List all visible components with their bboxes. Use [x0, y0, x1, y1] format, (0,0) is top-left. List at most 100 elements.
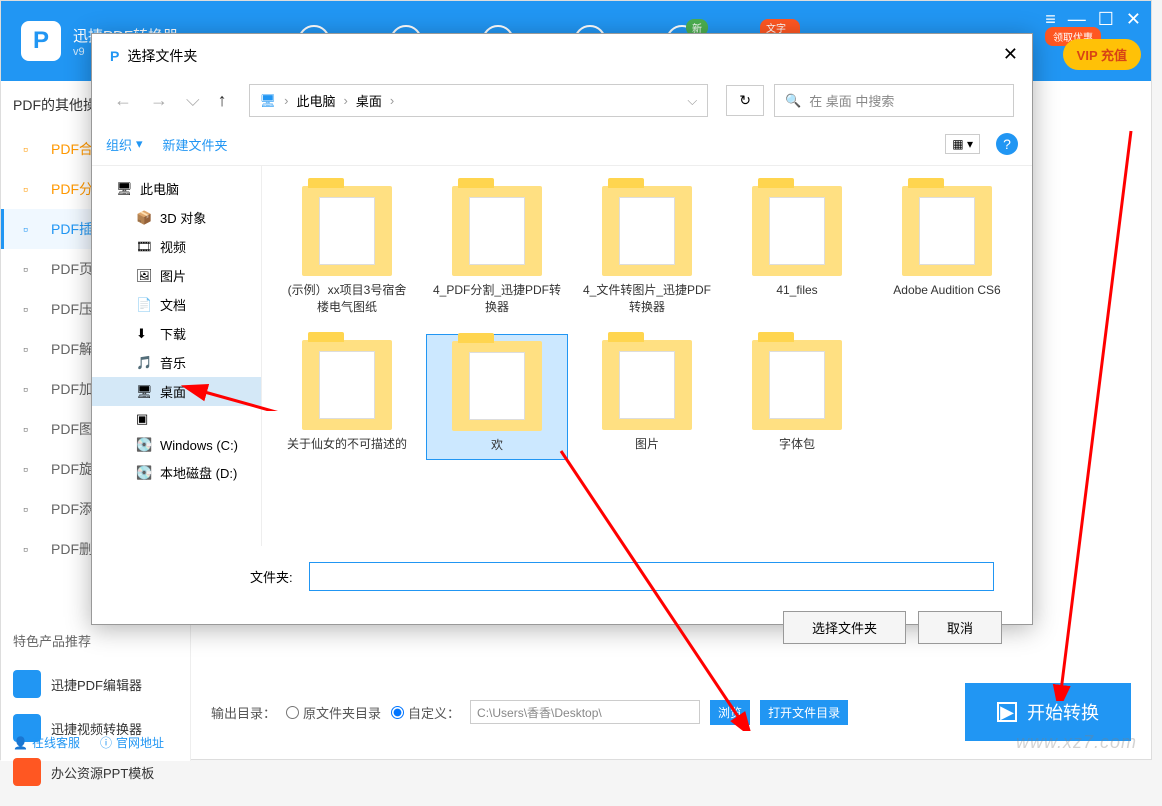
folder-item-1[interactable]: 4_PDF分割_迅捷PDF转换器 [426, 180, 568, 322]
search-placeholder: 在 桌面 中搜索 [809, 91, 894, 110]
sidebar-icon: ▫ [23, 381, 39, 397]
tree-item-5[interactable]: ⬇下载 [92, 319, 261, 348]
cancel-button[interactable]: 取消 [918, 611, 1002, 644]
tree-item-4[interactable]: 📄文档 [92, 290, 261, 319]
folder-item-6[interactable]: 欢 [426, 334, 568, 461]
app-window: P 迅捷PDF转换器 v9 ↶ ⚙ ⫾⫾ ✦ ▣新 ↗文字识别 ≡ — ☐ ✕ … [0, 0, 1152, 760]
folder-icon [752, 340, 842, 430]
tree-icon: 📄 [136, 297, 152, 313]
folder-icon [302, 186, 392, 276]
folder-item-2[interactable]: 4_文件转图片_迅捷PDF转换器 [576, 180, 718, 322]
tree-item-0[interactable]: 🖥此电脑 [92, 174, 261, 203]
folder-item-5[interactable]: 关于仙女的不可描述的 [276, 334, 418, 461]
nav-forward-button[interactable]: → [146, 86, 172, 115]
folder-grid: (示例）xx项目3号宿舍楼电气图纸4_PDF分割_迅捷PDF转换器4_文件转图片… [262, 166, 1032, 546]
open-folder-button[interactable]: 打开文件目录 [760, 700, 848, 725]
vip-button[interactable]: VIP 充值 [1063, 39, 1141, 70]
organize-button[interactable]: 组织 ▾ [106, 135, 143, 154]
select-folder-button[interactable]: 选择文件夹 [783, 611, 906, 644]
tree-item-1[interactable]: 📦3D 对象 [92, 203, 261, 232]
dialog-body: 🖥此电脑📦3D 对象🎞视频🖼图片📄文档⬇下载🎵音乐🖥桌面▣💽Windows (C… [92, 166, 1032, 546]
dialog-nav: ← → ⌵ ↑ 🖥 › 此电脑 › 桌面 › ⌵ ↻ 🔍 在 桌面 中搜索 [92, 78, 1032, 123]
search-bar[interactable]: 🔍 在 桌面 中搜索 [774, 84, 1014, 117]
footer-links: 👤 在线客服 ⓘ 官网地址 [13, 734, 164, 751]
tree-item-3[interactable]: 🖼图片 [92, 261, 261, 290]
breadcrumb-dropdown-icon[interactable]: ⌵ [687, 93, 697, 109]
tree-item-9[interactable]: 💽Windows (C:) [92, 432, 261, 458]
folder-item-0[interactable]: (示例）xx项目3号宿舍楼电气图纸 [276, 180, 418, 322]
tree-icon: 🖼 [136, 268, 152, 284]
sidebar-icon: ▫ [23, 501, 39, 517]
watermark: www.xz7.com [1016, 732, 1137, 753]
product-icon [13, 758, 41, 786]
output-label: 输出目录： [211, 703, 276, 722]
tree-item-2[interactable]: 🎞视频 [92, 232, 261, 261]
app-logo: P [21, 21, 61, 61]
play-icon: ▶ [997, 702, 1017, 722]
tree-icon: ⬇ [136, 326, 152, 342]
maximize-button[interactable]: ☐ [1098, 9, 1114, 30]
folder-icon [302, 340, 392, 430]
output-bar: 输出目录： 原文件夹目录 自定义： 浏览 打开文件目录 ▶ 开始转换 [211, 683, 1131, 741]
sidebar-icon: ▫ [23, 141, 39, 157]
sidebar-icon: ▫ [23, 181, 39, 197]
breadcrumb-current[interactable]: 桌面 [356, 91, 382, 110]
tree-icon: 💽 [136, 437, 152, 453]
dialog-footer: 文件夹: 选择文件夹 取消 [92, 546, 1032, 660]
tree-icon: 📦 [136, 210, 152, 226]
output-custom-radio[interactable]: 自定义： [391, 703, 460, 722]
tree-icon: 🖥 [116, 181, 132, 197]
sidebar-icon: ▫ [23, 541, 39, 557]
tree-item-8[interactable]: ▣ [92, 406, 261, 432]
tree-icon: 💽 [136, 465, 152, 481]
refresh-button[interactable]: ↻ [726, 85, 764, 116]
folder-icon [452, 186, 542, 276]
tree-icon: 🖥 [136, 384, 152, 400]
dialog-logo-icon: P [110, 48, 119, 64]
dialog-toolbar: 组织 ▾ 新建文件夹 ▦ ▾ ? [92, 123, 1032, 166]
help-button[interactable]: ? [996, 133, 1018, 155]
folder-icon [752, 186, 842, 276]
folder-tree: 🖥此电脑📦3D 对象🎞视频🖼图片📄文档⬇下载🎵音乐🖥桌面▣💽Windows (C… [92, 166, 262, 546]
sidebar-icon: ▫ [23, 341, 39, 357]
nav-recent-button[interactable]: ⌵ [182, 86, 204, 115]
breadcrumb-bar[interactable]: 🖥 › 此电脑 › 桌面 › ⌵ [249, 84, 709, 117]
tree-icon: 🎞 [136, 239, 152, 255]
search-icon: 🔍 [785, 93, 801, 109]
sidebar-icon: ▫ [23, 221, 39, 237]
folder-name-input[interactable] [309, 562, 994, 591]
product-item-0[interactable]: 迅捷PDF编辑器 [13, 662, 178, 706]
folder-item-8[interactable]: 字体包 [726, 334, 868, 461]
tree-item-6[interactable]: 🎵音乐 [92, 348, 261, 377]
tree-icon: 🎵 [136, 355, 152, 371]
folder-icon [602, 340, 692, 430]
product-item-2[interactable]: 办公资源PPT模板 [13, 750, 178, 794]
folder-icon [902, 186, 992, 276]
tree-item-7[interactable]: 🖥桌面 [92, 377, 261, 406]
nav-up-button[interactable]: ↑ [214, 86, 231, 115]
output-original-radio[interactable]: 原文件夹目录 [286, 703, 381, 722]
close-button[interactable]: ✕ [1126, 9, 1141, 30]
sidebar-icon: ▫ [23, 261, 39, 277]
dialog-close-button[interactable]: ✕ [1003, 44, 1018, 65]
view-mode-button[interactable]: ▦ ▾ [945, 134, 980, 154]
output-path-input[interactable] [470, 700, 700, 724]
folder-icon [452, 341, 542, 431]
tree-item-10[interactable]: 💽本地磁盘 (D:) [92, 458, 261, 487]
website-link[interactable]: ⓘ 官网地址 [100, 734, 164, 751]
monitor-icon: 🖥 [260, 93, 277, 109]
annotation-arrow-3 [1031, 121, 1151, 701]
sidebar-icon: ▫ [23, 421, 39, 437]
sidebar-icon: ▫ [23, 461, 39, 477]
new-folder-button[interactable]: 新建文件夹 [163, 135, 228, 154]
nav-back-button[interactable]: ← [110, 86, 136, 115]
folder-dialog: P 选择文件夹 ✕ ← → ⌵ ↑ 🖥 › 此电脑 › 桌面 › ⌵ ↻ 🔍 在… [91, 33, 1033, 625]
browse-button[interactable]: 浏览 [710, 700, 750, 725]
folder-item-3[interactable]: 41_files [726, 180, 868, 322]
customer-service-link[interactable]: 👤 在线客服 [13, 734, 80, 751]
folder-item-7[interactable]: 图片 [576, 334, 718, 461]
breadcrumb-root[interactable]: 此电脑 [297, 91, 336, 110]
folder-input-label: 文件夹: [250, 567, 293, 586]
product-icon [13, 670, 41, 698]
folder-item-4[interactable]: Adobe Audition CS6 [876, 180, 1018, 322]
